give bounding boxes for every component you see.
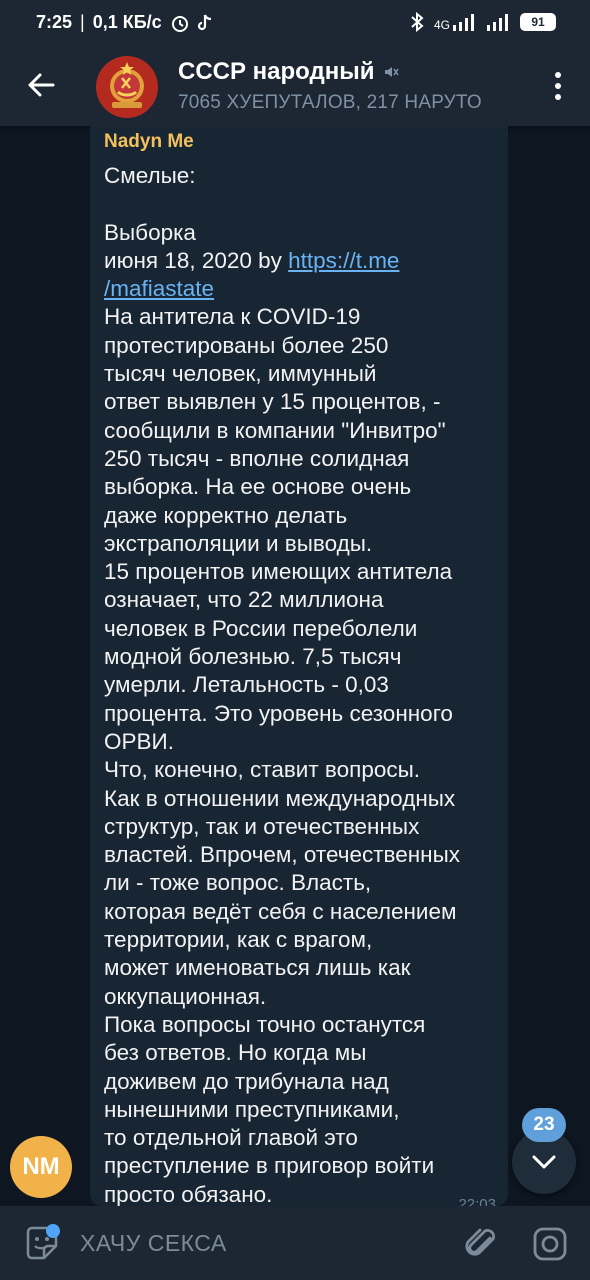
mute-icon: [384, 67, 399, 77]
status-right: 4G 91: [410, 12, 556, 32]
sender-avatar[interactable]: NM: [10, 1136, 72, 1198]
message-input[interactable]: ХАЧУ СЕКСА: [80, 1230, 227, 1257]
chevron-down-icon: [532, 1155, 556, 1169]
status-left: 7:25 | 0,1 КБ/с: [36, 12, 214, 33]
back-button[interactable]: [20, 64, 62, 106]
bluetooth-icon: [411, 12, 424, 32]
message-text-before-link: Смелые: Выборка июня 18, 2020 by: [104, 163, 282, 273]
signal-icon: [453, 14, 474, 31]
message-text: Смелые: Выборка июня 18, 2020 by https:/…: [104, 162, 499, 1206]
channel-avatar[interactable]: [96, 56, 158, 118]
dot-icon: [555, 94, 561, 100]
alarm-icon: [171, 15, 188, 32]
chat-subtitle: 7065 ХУЕПУТАЛОВ, 217 НАРУТО: [178, 92, 482, 113]
attach-button[interactable]: [462, 1224, 502, 1264]
status-time: 7:25: [36, 12, 73, 32]
network-label: 4G: [433, 18, 450, 32]
new-stickers-dot: [46, 1224, 60, 1238]
arrow-left-icon: [28, 73, 55, 97]
message-text-after-link: На антитела к COVID-19 протестированы бо…: [104, 304, 461, 1206]
chat-header: СССР народный 7065 ХУЕПУТАЛОВ, 217 НАРУТ…: [0, 44, 590, 126]
unread-count-badge[interactable]: 23: [522, 1108, 566, 1142]
dot-icon: [555, 83, 561, 89]
video-message-button[interactable]: [530, 1224, 570, 1264]
status-speed: 0,1 КБ/с: [92, 12, 162, 32]
message-input-bar: ХАЧУ СЕКСА: [0, 1206, 590, 1280]
message-bubble[interactable]: Nadyn Me Смелые: Выборка июня 18, 2020 b…: [90, 126, 508, 1206]
chat-title[interactable]: СССР народный: [178, 58, 399, 86]
status-bar: 7:25 | 0,1 КБ/с 4G 91: [0, 0, 590, 44]
chat-title-text: СССР народный: [178, 58, 375, 85]
battery-indicator: 91: [520, 13, 556, 31]
sender-initials: NM: [22, 1153, 60, 1180]
ussr-emblem-icon: [97, 57, 157, 117]
more-options-button[interactable]: [548, 66, 568, 106]
status-separator: |: [80, 12, 85, 32]
message-time: 22:03: [458, 1196, 496, 1206]
tiktok-icon: [197, 14, 211, 30]
signal-icon: [487, 14, 508, 31]
dot-icon: [555, 72, 561, 78]
camera-icon: [533, 1227, 567, 1261]
message-sender[interactable]: Nadyn Me: [104, 131, 194, 153]
paperclip-icon: [465, 1228, 495, 1256]
